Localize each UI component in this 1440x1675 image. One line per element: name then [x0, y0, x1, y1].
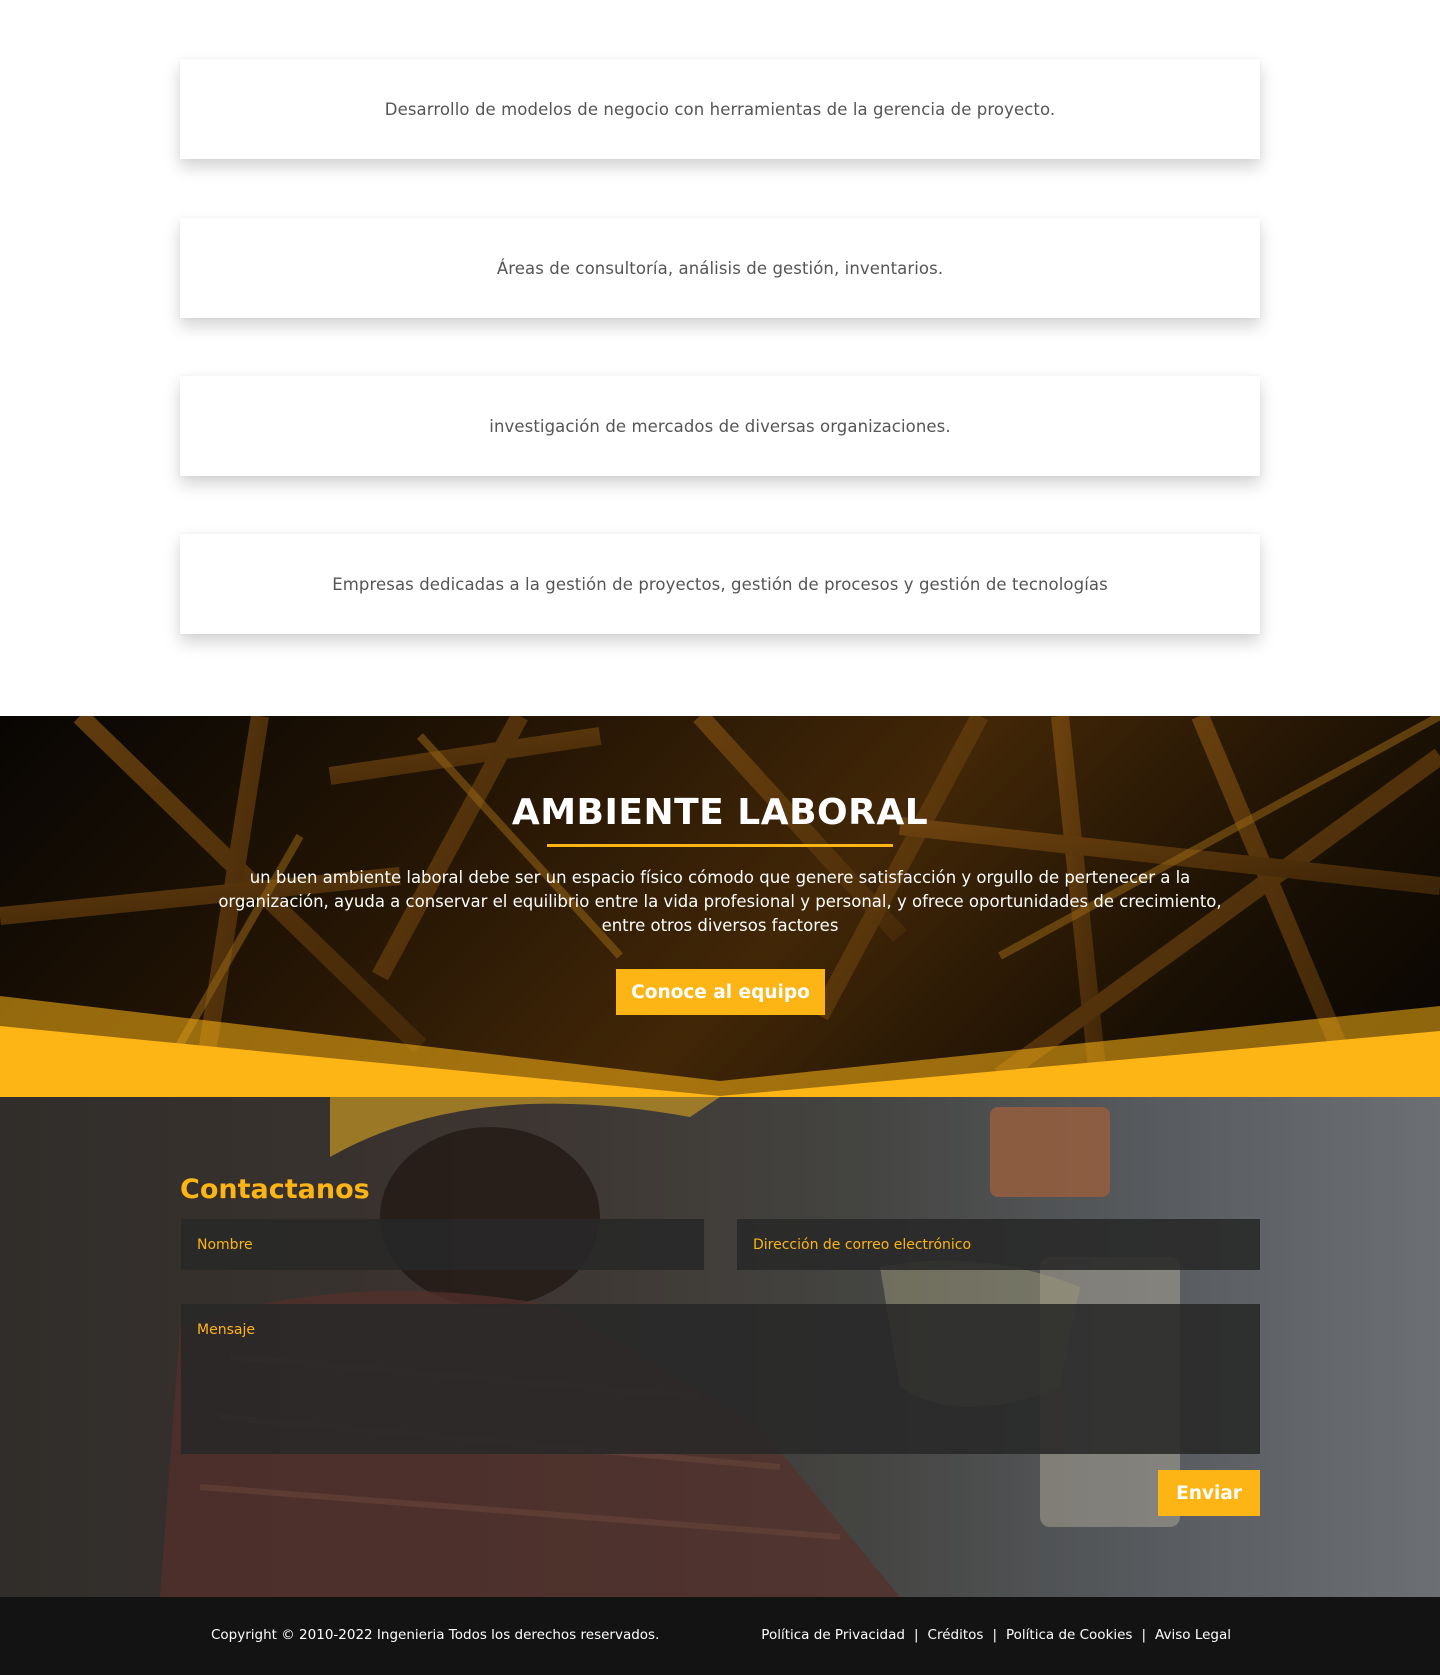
- features-section: Desarrollo de modelos de negocio con her…: [0, 0, 1440, 716]
- section-description: un buen ambiente laboral debe ser un esp…: [218, 868, 1222, 935]
- legal-notice-link[interactable]: Aviso Legal: [1155, 1627, 1231, 1643]
- feature-card-text: investigación de mercados de diversas or…: [489, 416, 951, 436]
- feature-card-text: Áreas de consultoría, análisis de gestió…: [496, 258, 944, 278]
- section-title: AMBIENTE LABORAL: [511, 792, 929, 833]
- contact-section: Contactanos Enviar: [0, 1097, 1440, 1597]
- message-field[interactable]: [181, 1304, 1260, 1454]
- cookie-policy-link[interactable]: Política de Cookies: [1006, 1627, 1132, 1643]
- feature-card: Áreas de consultoría, análisis de gestió…: [180, 218, 1260, 318]
- team-button[interactable]: Conoce al equipo: [616, 969, 825, 1015]
- link-separator: |: [992, 1627, 997, 1643]
- name-field[interactable]: [181, 1219, 704, 1270]
- feature-card: investigación de mercados de diversas or…: [180, 376, 1260, 476]
- send-button[interactable]: Enviar: [1158, 1470, 1260, 1516]
- email-field[interactable]: [737, 1219, 1260, 1270]
- contact-title: Contactanos: [180, 1174, 370, 1205]
- footer: Copyright © 2010-2022 Ingenieria Todos l…: [0, 1597, 1440, 1675]
- privacy-policy-link[interactable]: Política de Privacidad: [761, 1627, 905, 1643]
- feature-card-text: Empresas dedicadas a la gestión de proye…: [332, 574, 1108, 594]
- credits-link[interactable]: Créditos: [928, 1627, 984, 1643]
- ambiente-laboral-section: AMBIENTE LABORAL un buen ambiente labora…: [0, 716, 1440, 1097]
- link-separator: |: [913, 1627, 919, 1643]
- feature-card: Desarrollo de modelos de negocio con her…: [180, 59, 1260, 159]
- feature-card: Empresas dedicadas a la gestión de proye…: [180, 534, 1260, 634]
- footer-links: Política de Privacidad | Créditos | Polí…: [761, 1627, 1231, 1643]
- copyright-text: Copyright © 2010-2022 Ingenieria Todos l…: [211, 1627, 660, 1643]
- title-underline: [547, 844, 893, 847]
- link-separator: |: [1141, 1627, 1147, 1643]
- feature-card-text: Desarrollo de modelos de negocio con her…: [384, 99, 1056, 119]
